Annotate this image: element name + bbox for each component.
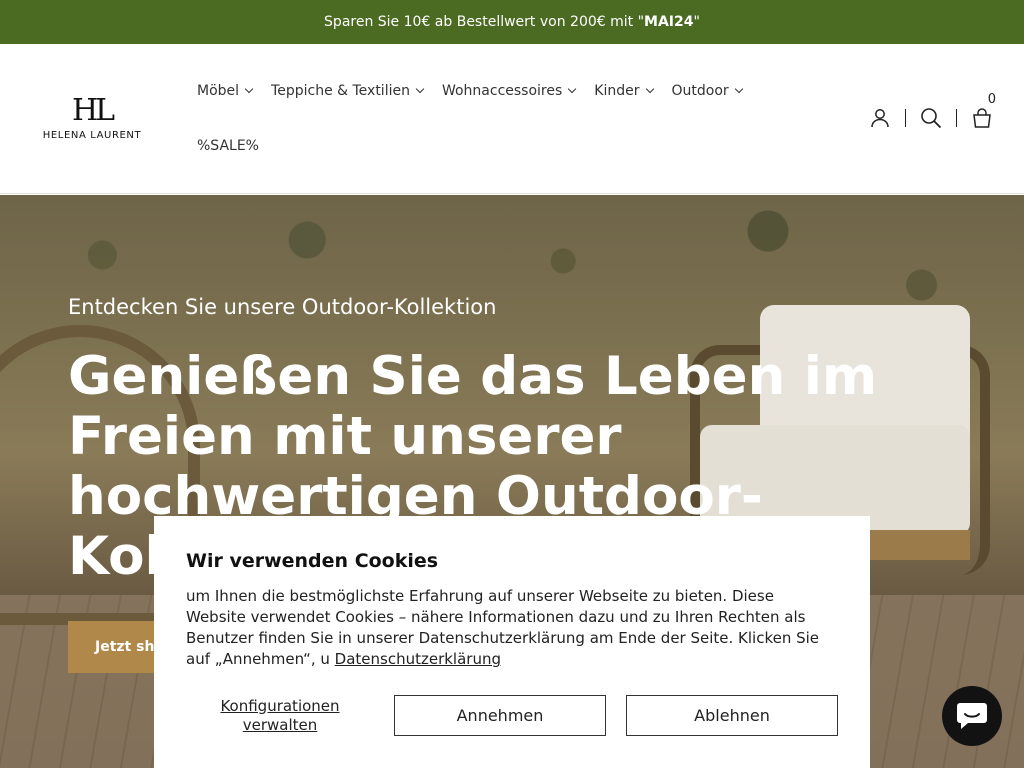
chevron-down-icon [244, 84, 254, 94]
search-icon[interactable] [919, 106, 943, 130]
header-icons: 0 [868, 92, 996, 130]
announcement-bar: Sparen Sie 10€ ab Bestellwert von 200€ m… [0, 0, 1024, 44]
promo-code: MAI24 [644, 14, 694, 30]
cookie-actions: Konfigurationen verwalten Annehmen Ableh… [186, 695, 838, 736]
hero-subtitle: Entdecken Sie unsere Outdoor-Kollektion [68, 295, 497, 319]
nav-label: Wohnaccessoires [441, 83, 563, 99]
nav-label: Kinder [594, 83, 640, 99]
nav-label: %SALE% [197, 138, 259, 154]
user-icon[interactable] [868, 106, 892, 130]
decline-button[interactable]: Ablehnen [626, 695, 838, 736]
divider [956, 109, 957, 127]
chevron-down-icon [568, 84, 577, 94]
nav-item-outdoor[interactable]: Outdoor [671, 83, 743, 99]
main-nav: Möbel Teppiche & Textilien Wohnaccessoir… [197, 80, 817, 157]
logo-text: HELENA LAURENT [42, 130, 142, 141]
nav-label: Möbel [197, 83, 240, 99]
logo[interactable]: HL HELENA LAURENT [40, 93, 144, 142]
announcement-prefix: Sparen Sie 10€ ab Bestellwert von 200€ m… [324, 14, 645, 30]
manage-config-link[interactable]: Konfigurationen verwalten [186, 697, 374, 735]
logo-mark: HL [71, 93, 115, 128]
nav-item-kinder[interactable]: Kinder [594, 83, 654, 99]
divider [905, 109, 906, 127]
nav-item-moebel[interactable]: Möbel [197, 83, 254, 99]
cookie-title: Wir verwenden Cookies [186, 550, 439, 572]
privacy-link[interactable]: Datenschutzerklärung [335, 650, 501, 668]
nav-row: Möbel Teppiche & Textilien Wohnaccessoir… [197, 80, 817, 102]
cookie-text: um Ihnen die bestmöglichste Erfahrung au… [186, 586, 836, 670]
chevron-down-icon [415, 84, 425, 94]
chevron-down-icon [734, 84, 743, 94]
site-header: HL HELENA LAURENT Möbel Teppiche & Texti… [0, 44, 1024, 194]
chat-button[interactable] [942, 686, 1002, 746]
cookie-banner: Wir verwenden Cookies um Ihnen die bestm… [154, 516, 870, 768]
nav-item-wohnaccessoires[interactable]: Wohnaccessoires [441, 83, 577, 99]
nav-label: Outdoor [671, 83, 729, 99]
nav-label: Teppiche & Textilien [271, 83, 410, 99]
cart-button[interactable]: 0 [970, 92, 996, 130]
nav-item-teppiche[interactable]: Teppiche & Textilien [271, 83, 425, 99]
chat-icon [957, 703, 987, 729]
accept-button[interactable]: Annehmen [394, 695, 606, 736]
cookie-body: um Ihnen die bestmöglichste Erfahrung au… [186, 587, 820, 668]
cart-count: 0 [987, 92, 996, 107]
nav-item-sale[interactable]: %SALE% [197, 138, 259, 154]
chevron-down-icon [645, 84, 654, 94]
bag-icon [970, 106, 994, 130]
nav-row: %SALE% [197, 135, 817, 157]
announcement-suffix: " [693, 14, 700, 30]
